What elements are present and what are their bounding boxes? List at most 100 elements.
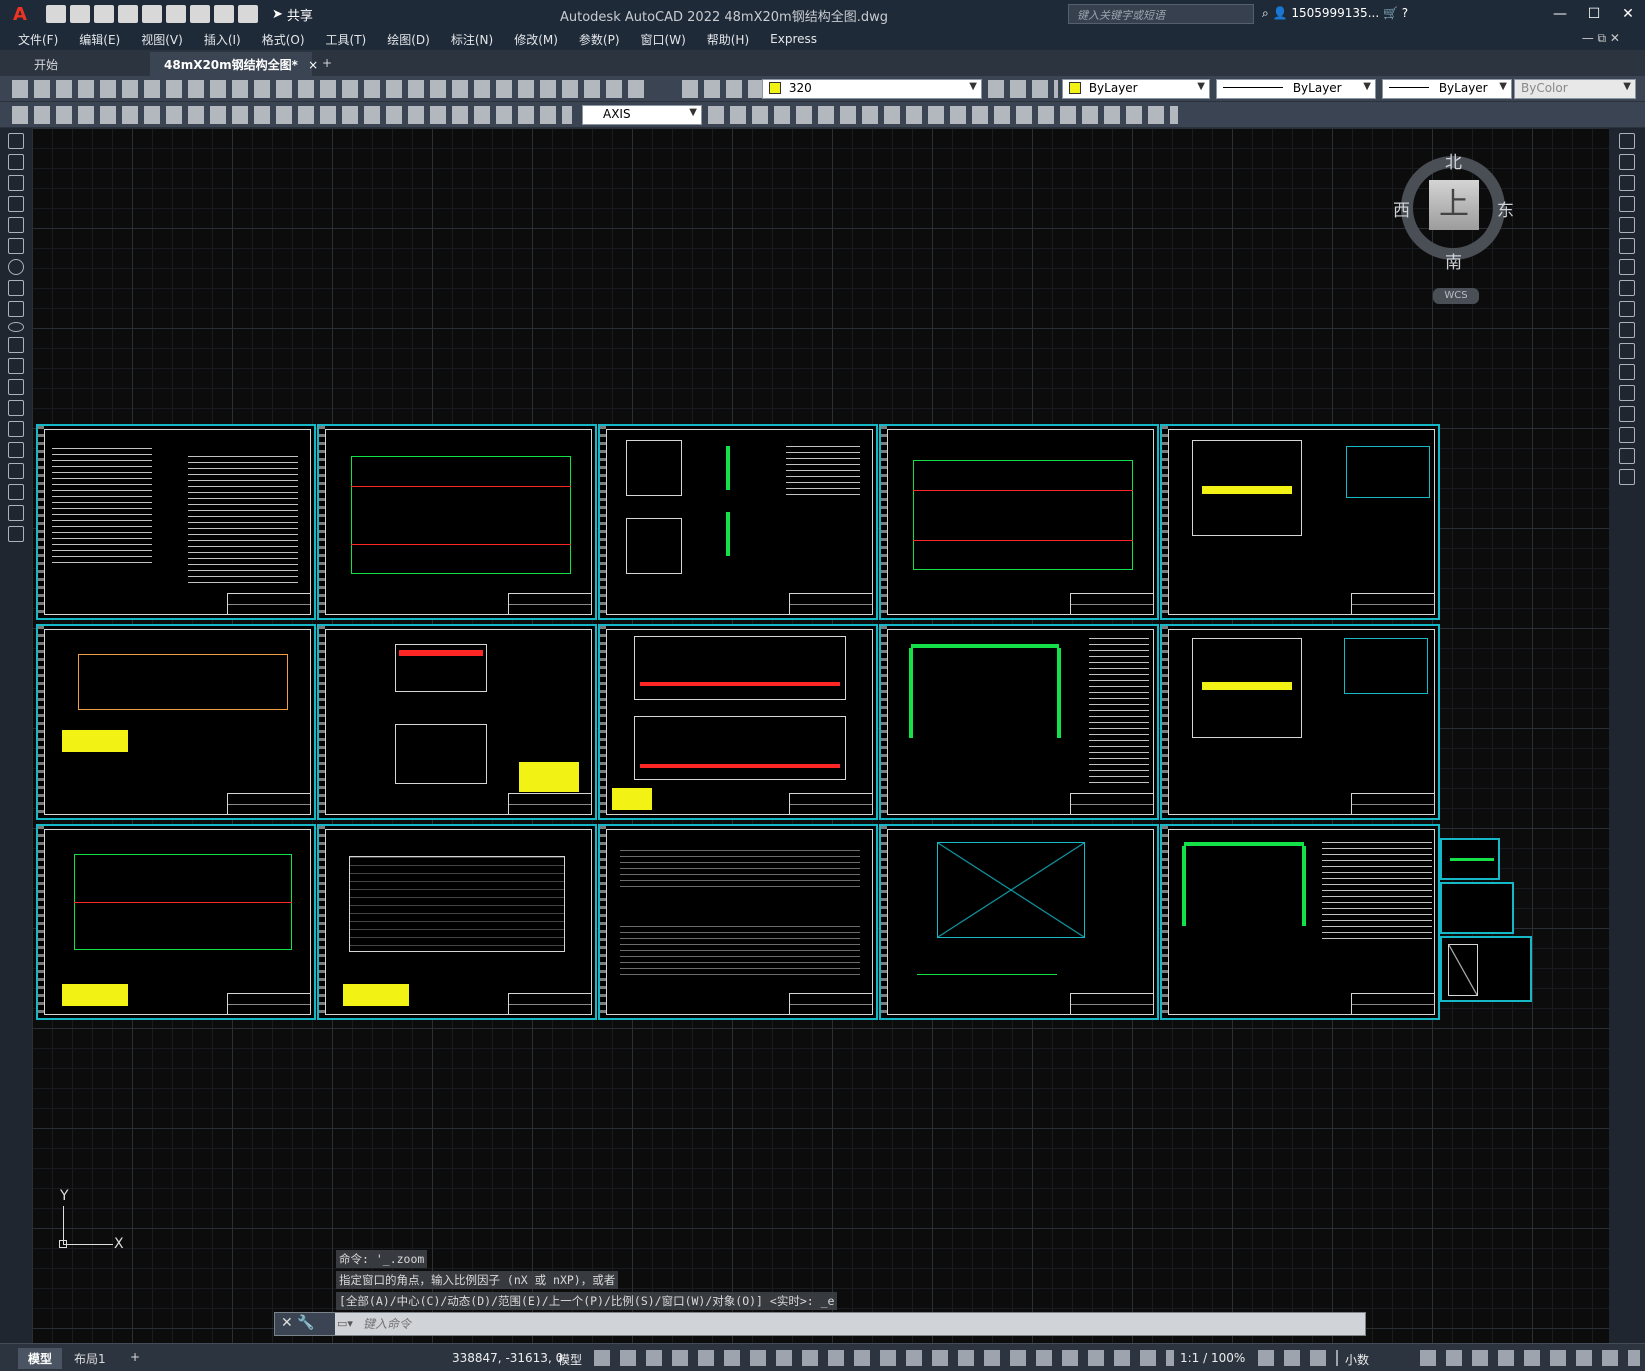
drawing-sheet[interactable]: [1440, 838, 1500, 880]
wcs-menu[interactable]: WCS: [1433, 288, 1479, 304]
plot-icon[interactable]: [190, 5, 210, 23]
drawing-sheet[interactable]: [1160, 624, 1440, 820]
drawing-sheet[interactable]: [36, 824, 316, 1020]
help-icon[interactable]: ?: [1402, 6, 1408, 20]
offset-icon[interactable]: [1619, 196, 1635, 212]
save-web-icon[interactable]: [166, 5, 186, 23]
drawing-sheet[interactable]: [317, 824, 597, 1020]
mirror-icon[interactable]: [1619, 175, 1635, 191]
viewcube[interactable]: 上 北 南 东 西: [1393, 148, 1514, 273]
menu-window[interactable]: 窗口(W): [641, 31, 686, 48]
spline-icon[interactable]: [8, 301, 24, 317]
command-prompt-icon[interactable]: ▭▾: [337, 1317, 353, 1330]
add-selected-icon[interactable]: [8, 526, 24, 542]
lineweight-dropdown[interactable]: ByLayer ▼: [1382, 79, 1512, 99]
insert-block-icon[interactable]: [8, 358, 24, 374]
model-space-toggle[interactable]: 模型: [558, 1351, 582, 1368]
drawing-sheet[interactable]: [1160, 824, 1440, 1020]
blend-icon[interactable]: [1619, 448, 1635, 464]
command-input[interactable]: [363, 1315, 1353, 1333]
polygon-icon[interactable]: [8, 196, 24, 212]
trim-icon[interactable]: [1619, 322, 1635, 338]
compass-west[interactable]: 西: [1393, 196, 1410, 221]
undo-icon[interactable]: [214, 5, 234, 23]
scale-icon[interactable]: [1619, 280, 1635, 296]
add-layout-button[interactable]: +: [120, 1348, 150, 1366]
make-block-icon[interactable]: [8, 379, 24, 395]
line-icon[interactable]: [8, 133, 24, 149]
cart-icon[interactable]: 🛒: [1383, 6, 1398, 20]
save-icon[interactable]: [94, 5, 114, 23]
menu-view[interactable]: 视图(V): [141, 31, 183, 48]
construction-line-icon[interactable]: [8, 154, 24, 170]
drawing-sheet[interactable]: [36, 424, 316, 620]
close-button[interactable]: ✕: [1611, 6, 1645, 22]
join-icon[interactable]: [1619, 385, 1635, 401]
drafting-toggles[interactable]: [594, 1350, 1174, 1366]
layer-tool-icons[interactable]: [988, 80, 1058, 98]
drawing-sheet[interactable]: [317, 424, 597, 620]
save-as-icon[interactable]: [118, 5, 138, 23]
viewcube-top-face[interactable]: 上: [1429, 180, 1479, 230]
units-display[interactable]: 小数: [1345, 1351, 1369, 1368]
new-file-icon[interactable]: [46, 5, 66, 23]
workspace-icons[interactable]: [1258, 1350, 1338, 1366]
revision-cloud-icon[interactable]: [8, 280, 24, 296]
minimize-button[interactable]: —: [1543, 6, 1577, 22]
menu-parametric[interactable]: 参数(P): [579, 31, 620, 48]
search-icon[interactable]: ⌕: [1262, 6, 1269, 20]
hatch-icon[interactable]: [8, 421, 24, 437]
menu-file[interactable]: 文件(F): [18, 31, 58, 48]
ellipse-icon[interactable]: [8, 322, 24, 332]
share-button[interactable]: ➤ 共享: [272, 5, 313, 24]
drawing-window-controls[interactable]: — ⧉ ✕: [1582, 31, 1620, 46]
drawing-sheet[interactable]: [598, 624, 878, 820]
drawing-sheet[interactable]: [36, 624, 316, 820]
command-line-controls[interactable]: ✕ 🔧: [275, 1313, 335, 1335]
chamfer-icon[interactable]: [1619, 406, 1635, 422]
polyline-icon[interactable]: [8, 175, 24, 191]
drawing-sheet[interactable]: [317, 624, 597, 820]
rotate-icon[interactable]: [1619, 259, 1635, 275]
user-account[interactable]: ⌕ 👤 1505999135... 🛒 ?: [1262, 6, 1408, 21]
annotation-scale[interactable]: 1:1 / 100%: [1180, 1351, 1245, 1365]
open-file-icon[interactable]: [70, 5, 90, 23]
drawing-sheet[interactable]: [879, 624, 1159, 820]
circle-icon[interactable]: [8, 259, 24, 275]
dimension-tool-icons[interactable]: [12, 106, 572, 124]
menu-express[interactable]: Express: [770, 32, 817, 46]
layer-state-icons[interactable]: [682, 80, 762, 98]
explode-icon[interactable]: [1619, 469, 1635, 485]
compass-east[interactable]: 东: [1497, 196, 1514, 221]
autocad-logo-icon[interactable]: A: [0, 0, 40, 28]
drawing-sheet[interactable]: [1160, 424, 1440, 620]
redo-icon[interactable]: [238, 5, 258, 23]
status-tray-icons[interactable]: [1420, 1350, 1640, 1366]
drawing-sheet[interactable]: [879, 824, 1159, 1020]
table-icon[interactable]: [8, 484, 24, 500]
tab-start[interactable]: 开始: [0, 52, 150, 76]
drawing-sheet[interactable]: [1440, 936, 1532, 1002]
arc-icon[interactable]: [8, 238, 24, 254]
maximize-button[interactable]: ☐: [1577, 6, 1611, 22]
menu-tools[interactable]: 工具(T): [326, 31, 367, 48]
modify-tool-icons[interactable]: [708, 106, 1178, 124]
plotstyle-dropdown[interactable]: ByColor ▼: [1514, 79, 1636, 99]
open-web-icon[interactable]: [142, 5, 162, 23]
fillet-icon[interactable]: [1619, 427, 1635, 443]
copy-icon[interactable]: [1619, 154, 1635, 170]
linetype-dropdown[interactable]: ByLayer ▼: [1216, 79, 1376, 99]
erase-icon[interactable]: [1619, 133, 1635, 149]
extend-icon[interactable]: [1619, 343, 1635, 359]
point-icon[interactable]: [8, 400, 24, 416]
layout-tab-layout1[interactable]: 布局1: [64, 1348, 116, 1369]
menu-insert[interactable]: 插入(I): [204, 31, 241, 48]
coordinate-readout[interactable]: 338847, -31613, 0: [452, 1351, 563, 1365]
drawing-sheet[interactable]: [598, 424, 878, 620]
move-icon[interactable]: [1619, 238, 1635, 254]
layout-tab-model[interactable]: 模型: [18, 1348, 63, 1369]
text-style-dropdown[interactable]: AXIS ▼: [582, 105, 702, 125]
drawing-sheet[interactable]: [598, 824, 878, 1020]
tab-drawing[interactable]: 48mX20m钢结构全图* ×: [150, 52, 318, 76]
menu-format[interactable]: 格式(O): [262, 31, 305, 48]
